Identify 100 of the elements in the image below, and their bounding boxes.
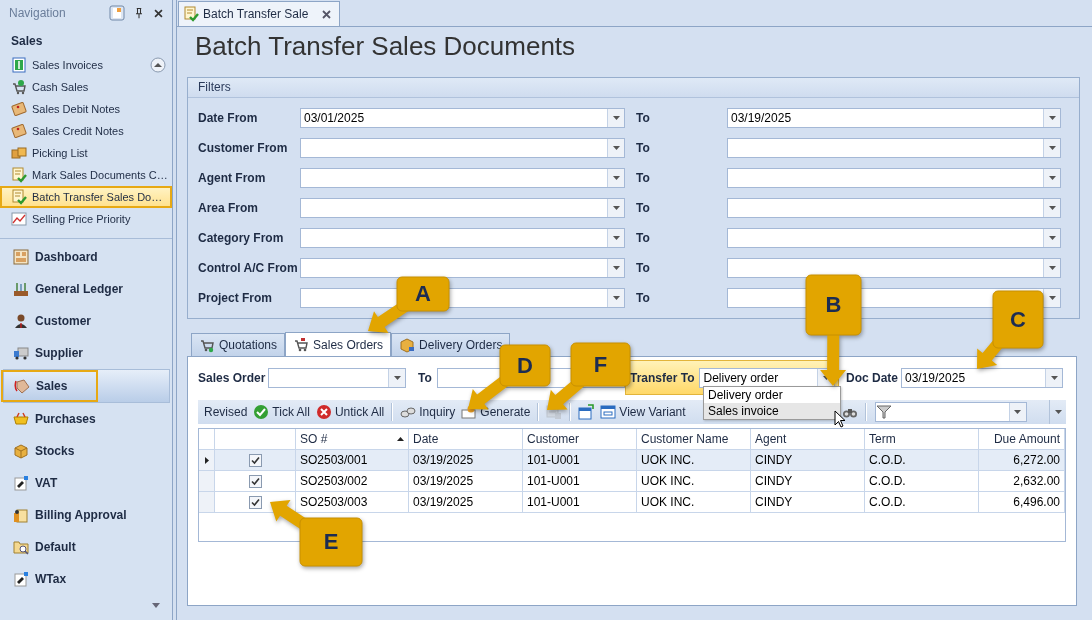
nav-item[interactable]: Picking List: [0, 142, 172, 164]
module-item[interactable]: WTax: [0, 563, 170, 595]
table-cell: 2,632.00: [979, 471, 1065, 492]
column-header[interactable]: SO #: [296, 429, 409, 450]
nav-item[interactable]: Sales Credit Notes: [0, 120, 172, 142]
dropdown-arrow-icon: [1014, 410, 1022, 414]
dropdown-arrow-icon: [612, 296, 620, 300]
field-label: Project From: [198, 291, 273, 305]
module-item[interactable]: Billing Approval: [0, 499, 170, 531]
column-header[interactable]: Agent: [751, 429, 865, 450]
filter-field[interactable]: [874, 402, 1027, 422]
module-item[interactable]: Purchases: [0, 403, 170, 435]
table-cell: 101-U001: [523, 450, 637, 471]
combo-field[interactable]: [727, 228, 1061, 248]
tag-document-icon: [13, 571, 29, 587]
dropdown-option[interactable]: Delivery order: [704, 387, 840, 403]
nav-item[interactable]: Batch Transfer Sales Do…: [0, 186, 172, 208]
module-item[interactable]: Sales: [3, 369, 170, 403]
scroll-down-icon[interactable]: [152, 603, 160, 608]
combo-field[interactable]: 03/19/2025: [727, 108, 1061, 128]
column-header[interactable]: Term: [865, 429, 979, 450]
document-check-icon: [11, 189, 27, 205]
dropdown-arrow-icon: [1048, 176, 1056, 180]
combo-field[interactable]: [300, 228, 625, 248]
panel-icon: [109, 5, 125, 21]
module-label: WTax: [35, 572, 67, 586]
tab[interactable]: Quotations: [191, 333, 286, 356]
module-item[interactable]: Stocks: [0, 435, 170, 467]
dropdown-arrow-icon: [612, 206, 620, 210]
combo-field[interactable]: [727, 198, 1061, 218]
scroll-up-icon[interactable]: [150, 57, 166, 73]
module-label: Billing Approval: [35, 508, 127, 522]
table-row[interactable]: SO2503/002 03/19/2025 101-U001 UOK INC. CINDY C.O.D. 2,632.00: [199, 471, 1065, 492]
dropdown-arrow-icon: [1048, 146, 1056, 150]
document-check-icon: [11, 167, 27, 183]
nav-item[interactable]: Cash Sales: [0, 76, 172, 98]
table-cell: 03/19/2025: [409, 471, 523, 492]
module-label: Purchases: [35, 412, 96, 426]
chart-icon: [11, 211, 27, 227]
nav-item-label: Sales Debit Notes: [32, 103, 121, 115]
field-label: To: [635, 201, 651, 215]
table-cell: 03/19/2025: [409, 492, 523, 513]
toolbar-button[interactable]: [577, 402, 596, 422]
window-icon: [600, 404, 617, 420]
document-tab[interactable]: Batch Transfer Sale: [178, 1, 341, 26]
row-indicator-icon: [204, 456, 209, 464]
module-item[interactable]: VAT: [0, 467, 170, 499]
module-item[interactable]: Supplier: [0, 337, 170, 369]
combo-field[interactable]: [727, 138, 1061, 158]
dropdown-arrow-icon: [1048, 266, 1056, 270]
nav-item[interactable]: Sales Debit Notes: [0, 98, 172, 120]
callout-tooltip: A: [368, 277, 449, 331]
toolbar-button[interactable]: Tick All: [252, 402, 311, 422]
toolbar-button[interactable]: Untick All: [314, 402, 386, 422]
dropdown-arrow-icon: [1048, 116, 1056, 120]
price-tag-icon: [14, 378, 30, 394]
dropdown-arrow-icon: [1050, 375, 1058, 380]
panel-title: Navigation: [9, 6, 67, 20]
nav-item[interactable]: Sales Invoices: [0, 54, 172, 76]
field-label: To: [635, 261, 651, 275]
nav-item-label: Picking List: [32, 147, 88, 159]
field-label: To: [418, 370, 433, 385]
column-header[interactable]: Customer: [523, 429, 637, 450]
dropdown-arrow-icon: [1048, 236, 1056, 240]
table-row[interactable]: SO2503/001 03/19/2025 101-U001 UOK INC. CINDY C.O.D. 6,272.00: [199, 450, 1065, 471]
combo-field[interactable]: 03/01/2025: [300, 108, 625, 128]
tab[interactable]: Sales Orders: [285, 332, 392, 357]
module-label: Customer: [35, 314, 91, 328]
combo-field[interactable]: [727, 258, 1061, 278]
date-field[interactable]: 03/19/2025: [901, 367, 1063, 388]
check-circle-icon: [253, 404, 270, 420]
field-label: To: [635, 141, 651, 155]
combo-field[interactable]: [300, 168, 625, 188]
toolbar-button[interactable]: Inquiry: [399, 402, 457, 422]
combo-field[interactable]: Delivery order: [699, 367, 836, 388]
column-header[interactable]: Due Amount: [979, 429, 1065, 450]
combo-field[interactable]: [300, 198, 625, 218]
combo-field[interactable]: [300, 258, 625, 278]
combo-field[interactable]: [727, 168, 1061, 188]
nav-item[interactable]: Selling Price Priority: [0, 208, 172, 230]
nav-item[interactable]: Mark Sales Documents C…: [0, 164, 172, 186]
column-header[interactable]: Date: [409, 429, 523, 450]
table-cell: UOK INC.: [637, 492, 751, 513]
field-label: Area From: [198, 201, 260, 215]
module-item[interactable]: General Ledger: [0, 273, 170, 305]
checkbox[interactable]: [248, 495, 262, 509]
module-item[interactable]: Customer: [0, 305, 170, 337]
module-item[interactable]: Dashboard: [0, 241, 170, 273]
combo-field[interactable]: [268, 367, 406, 388]
checkbox[interactable]: [248, 474, 262, 488]
checkbox[interactable]: [248, 453, 262, 467]
note-icon: [11, 123, 27, 139]
column-header[interactable]: Customer Name: [637, 429, 751, 450]
close-icon[interactable]: [322, 9, 332, 19]
module-item[interactable]: Default: [0, 531, 170, 563]
dropdown-option[interactable]: Sales invoice: [704, 403, 840, 419]
module-label: Dashboard: [35, 250, 98, 264]
cart-icon: [11, 79, 27, 95]
combo-field[interactable]: [300, 138, 625, 158]
dropdown-arrow-icon: [1048, 296, 1056, 300]
